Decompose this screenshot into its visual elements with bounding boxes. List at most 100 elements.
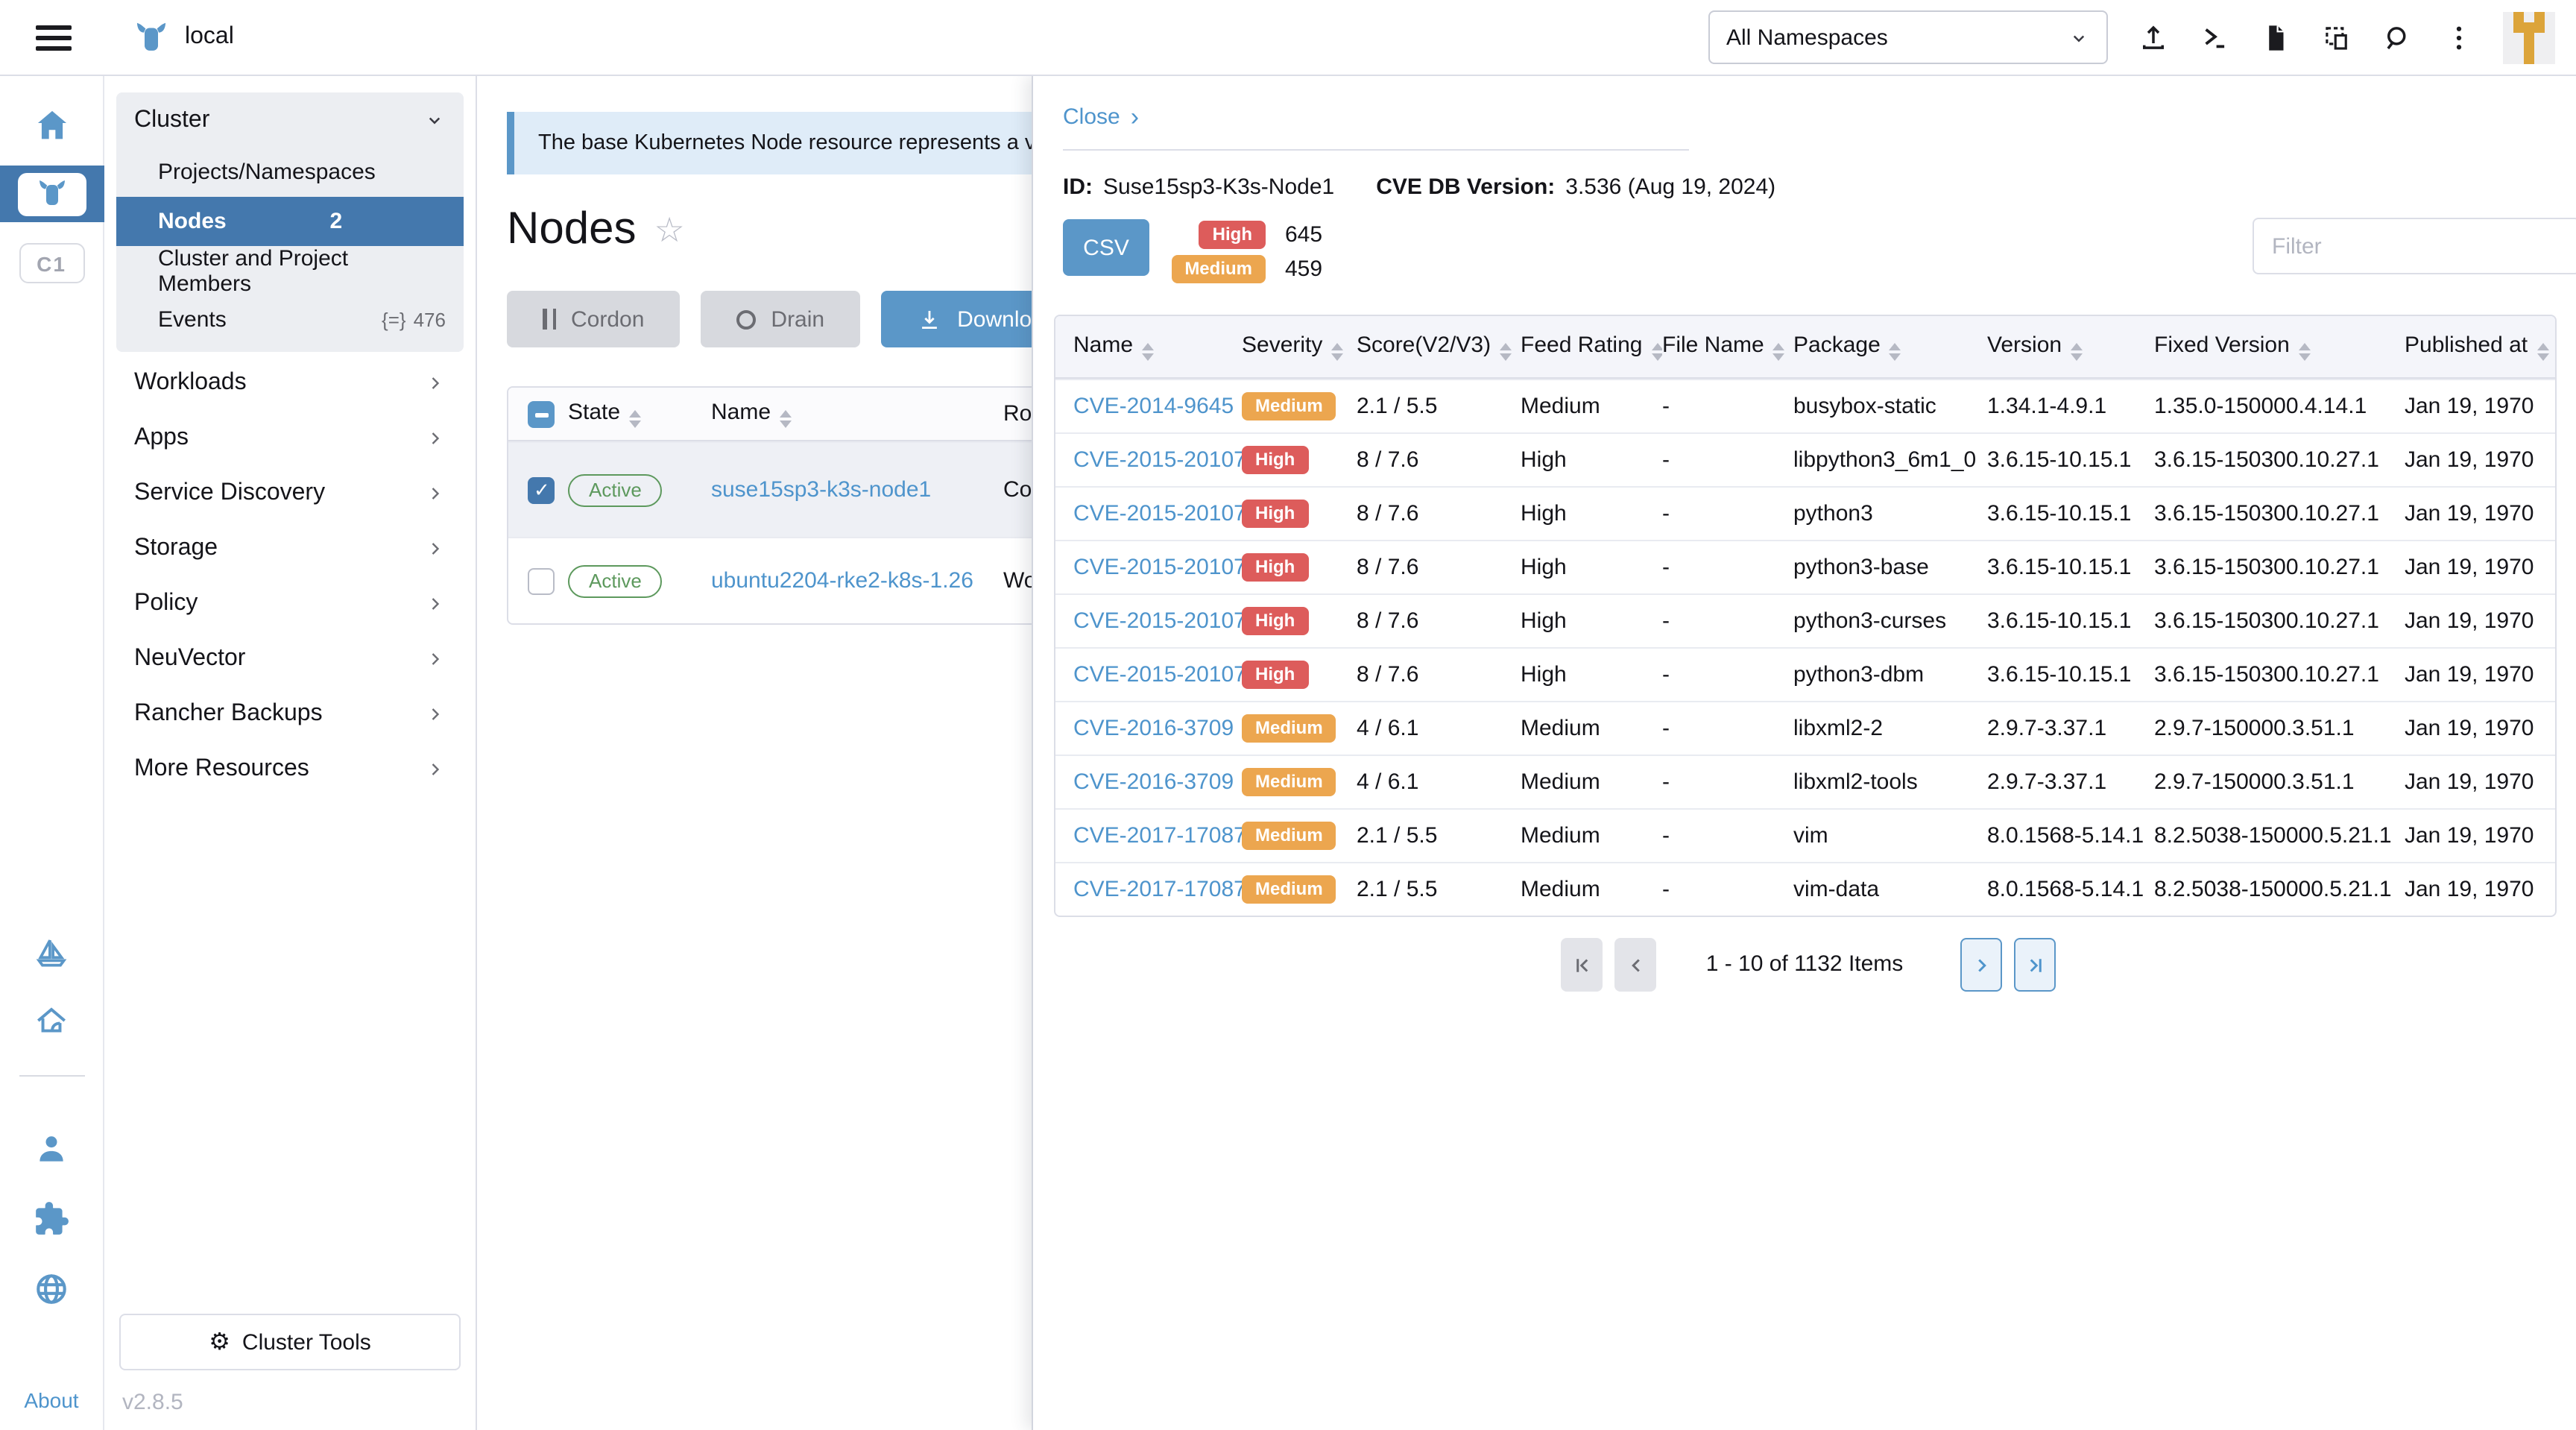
kebab-menu-icon[interactable] — [2442, 21, 2475, 54]
active-cluster-indicator[interactable] — [0, 166, 104, 222]
file-icon[interactable] — [2258, 21, 2291, 54]
column-header-score[interactable]: Score(V2/V3) — [1357, 333, 1491, 358]
about-link[interactable]: About — [24, 1388, 78, 1412]
sidebar-item[interactable]: Workloads — [116, 355, 464, 410]
extensions-puzzle-icon[interactable] — [33, 1200, 70, 1238]
user-avatar[interactable] — [2503, 11, 2555, 63]
sidebar-item[interactable]: Apps — [116, 410, 464, 465]
cve-link[interactable]: CVE-2016-3709 — [1073, 716, 1234, 741]
cve-file-name: - — [1662, 701, 1793, 755]
cve-version: 3.6.15-10.15.1 — [1987, 540, 2154, 593]
chevron-right-icon — [425, 593, 446, 614]
cve-link[interactable]: CVE-2015-20107 — [1073, 447, 1242, 473]
pagination-last-button[interactable] — [2014, 938, 2056, 992]
upload-icon[interactable] — [2136, 21, 2169, 54]
cve-link[interactable]: CVE-2015-20107 — [1073, 608, 1242, 634]
sidebar-item[interactable]: Rancher Backups — [116, 686, 464, 741]
globe-icon[interactable] — [33, 1270, 70, 1308]
pause-icon — [543, 309, 556, 330]
cve-fixed-version: 3.6.15-150300.10.27.1 — [2154, 432, 2405, 486]
cve-score: 4 / 6.1 — [1357, 755, 1521, 808]
hamburger-menu-icon[interactable] — [36, 25, 72, 50]
column-header-state[interactable]: State — [568, 400, 620, 425]
sort-icon[interactable] — [629, 410, 641, 428]
fleet-icon[interactable] — [33, 935, 70, 972]
harvester-icon[interactable] — [33, 1002, 70, 1039]
cve-version: 8.0.1568-5.14.1 — [1987, 808, 2154, 862]
sidebar-item[interactable]: Projects/Namespaces — [116, 148, 464, 197]
cve-link[interactable]: CVE-2015-20107 — [1073, 555, 1242, 580]
kubectl-shell-icon[interactable] — [2197, 21, 2230, 54]
pagination-next-button[interactable] — [1960, 938, 2002, 992]
cve-row: CVE-2015-20107 High 8 / 7.6 High - libpy… — [1055, 432, 2557, 486]
sort-icon[interactable] — [2071, 343, 2083, 361]
column-header-name[interactable]: Name — [711, 400, 771, 425]
cve-file-name: - — [1662, 540, 1793, 593]
sort-icon[interactable] — [780, 410, 792, 428]
cluster-tools-button[interactable]: ⚙ Cluster Tools — [119, 1314, 461, 1370]
sort-icon[interactable] — [1651, 343, 1662, 361]
cve-version: 8.0.1568-5.14.1 — [1987, 862, 2154, 916]
select-all-checkbox[interactable] — [528, 400, 555, 427]
column-header-package[interactable]: Package — [1793, 333, 1881, 358]
column-header-severity[interactable]: Severity — [1242, 333, 1322, 358]
cve-link[interactable]: CVE-2017-17087 — [1073, 877, 1242, 902]
sidebar-group-cluster-header[interactable]: Cluster — [116, 92, 464, 148]
sidebar-item[interactable]: Policy — [116, 576, 464, 631]
home-icon[interactable] — [32, 106, 71, 145]
node-name-link[interactable]: suse15sp3-k3s-node1 — [711, 477, 931, 503]
pagination-prev-button[interactable] — [1614, 938, 1656, 992]
cordon-button[interactable]: Cordon — [507, 291, 680, 347]
drain-button[interactable]: Drain — [701, 291, 860, 347]
cve-link[interactable]: CVE-2017-17087 — [1073, 823, 1242, 848]
sort-icon[interactable] — [1500, 343, 1512, 361]
search-icon[interactable] — [2381, 21, 2414, 54]
sort-icon[interactable] — [1773, 343, 1785, 361]
cve-fixed-version: 2.9.7-150000.3.51.1 — [2154, 755, 2405, 808]
cve-link[interactable]: CVE-2016-3709 — [1073, 769, 1234, 795]
sidebar-item[interactable]: Cluster and Project Members — [116, 246, 464, 295]
cve-link[interactable]: CVE-2014-9645 — [1073, 394, 1234, 419]
csv-export-button[interactable]: CSV — [1063, 219, 1149, 276]
user-icon[interactable] — [33, 1130, 70, 1168]
sidebar-item[interactable]: More Resources — [116, 741, 464, 796]
sidebar-item-label: Projects/Namespaces — [158, 160, 376, 185]
sidebar-item[interactable]: Events {=}476 — [116, 295, 464, 344]
sidebar-item[interactable]: Service Discovery — [116, 465, 464, 520]
cluster-badge-c1[interactable]: C1 — [19, 243, 84, 283]
favorite-star-icon[interactable]: ☆ — [654, 212, 684, 247]
sidebar-item[interactable]: Storage — [116, 520, 464, 576]
column-header-fixed-version[interactable]: Fixed Version — [2154, 333, 2290, 358]
cve-link[interactable]: CVE-2015-20107 — [1073, 662, 1242, 687]
cve-row: CVE-2015-20107 High 8 / 7.6 High - pytho… — [1055, 540, 2557, 593]
column-header-version[interactable]: Version — [1987, 333, 2062, 358]
chevron-down-icon — [423, 109, 446, 131]
download-icon — [917, 306, 942, 332]
row-checkbox[interactable] — [528, 476, 555, 503]
panel-divider — [1063, 149, 1689, 151]
copy-kubeconfig-icon[interactable] — [2320, 21, 2352, 54]
cve-file-name: - — [1662, 808, 1793, 862]
column-header-published-at[interactable]: Published at — [2405, 333, 2528, 358]
sidebar-item[interactable]: Nodes 2 — [116, 197, 464, 246]
sort-icon[interactable] — [1142, 343, 1154, 361]
column-header-file-name[interactable]: File Name — [1662, 333, 1764, 358]
cve-link[interactable]: CVE-2015-20107 — [1073, 501, 1242, 526]
cve-score: 2.1 / 5.5 — [1357, 379, 1521, 432]
sort-icon[interactable] — [1890, 343, 1901, 361]
cve-published-at: Jan 19, 1970 — [2405, 647, 2557, 701]
cve-file-name: - — [1662, 755, 1793, 808]
sidebar-item[interactable]: NeuVector — [116, 631, 464, 686]
sort-icon[interactable] — [2299, 343, 2311, 361]
column-header-feed-rating[interactable]: Feed Rating — [1521, 333, 1642, 358]
namespace-select[interactable]: All Namespaces — [1708, 10, 2108, 64]
sort-icon[interactable] — [1331, 343, 1343, 361]
row-checkbox[interactable] — [528, 567, 555, 594]
node-name-link[interactable]: ubuntu2204-rke2-k8s-1.26 — [711, 568, 973, 593]
filter-input[interactable] — [2253, 218, 2576, 274]
sidebar-item-label: Events — [158, 307, 227, 333]
close-panel-link[interactable]: Close › — [1063, 104, 1139, 130]
sort-icon[interactable] — [2536, 343, 2548, 361]
column-header-name[interactable]: Name — [1073, 333, 1133, 358]
pagination-first-button[interactable] — [1561, 938, 1603, 992]
